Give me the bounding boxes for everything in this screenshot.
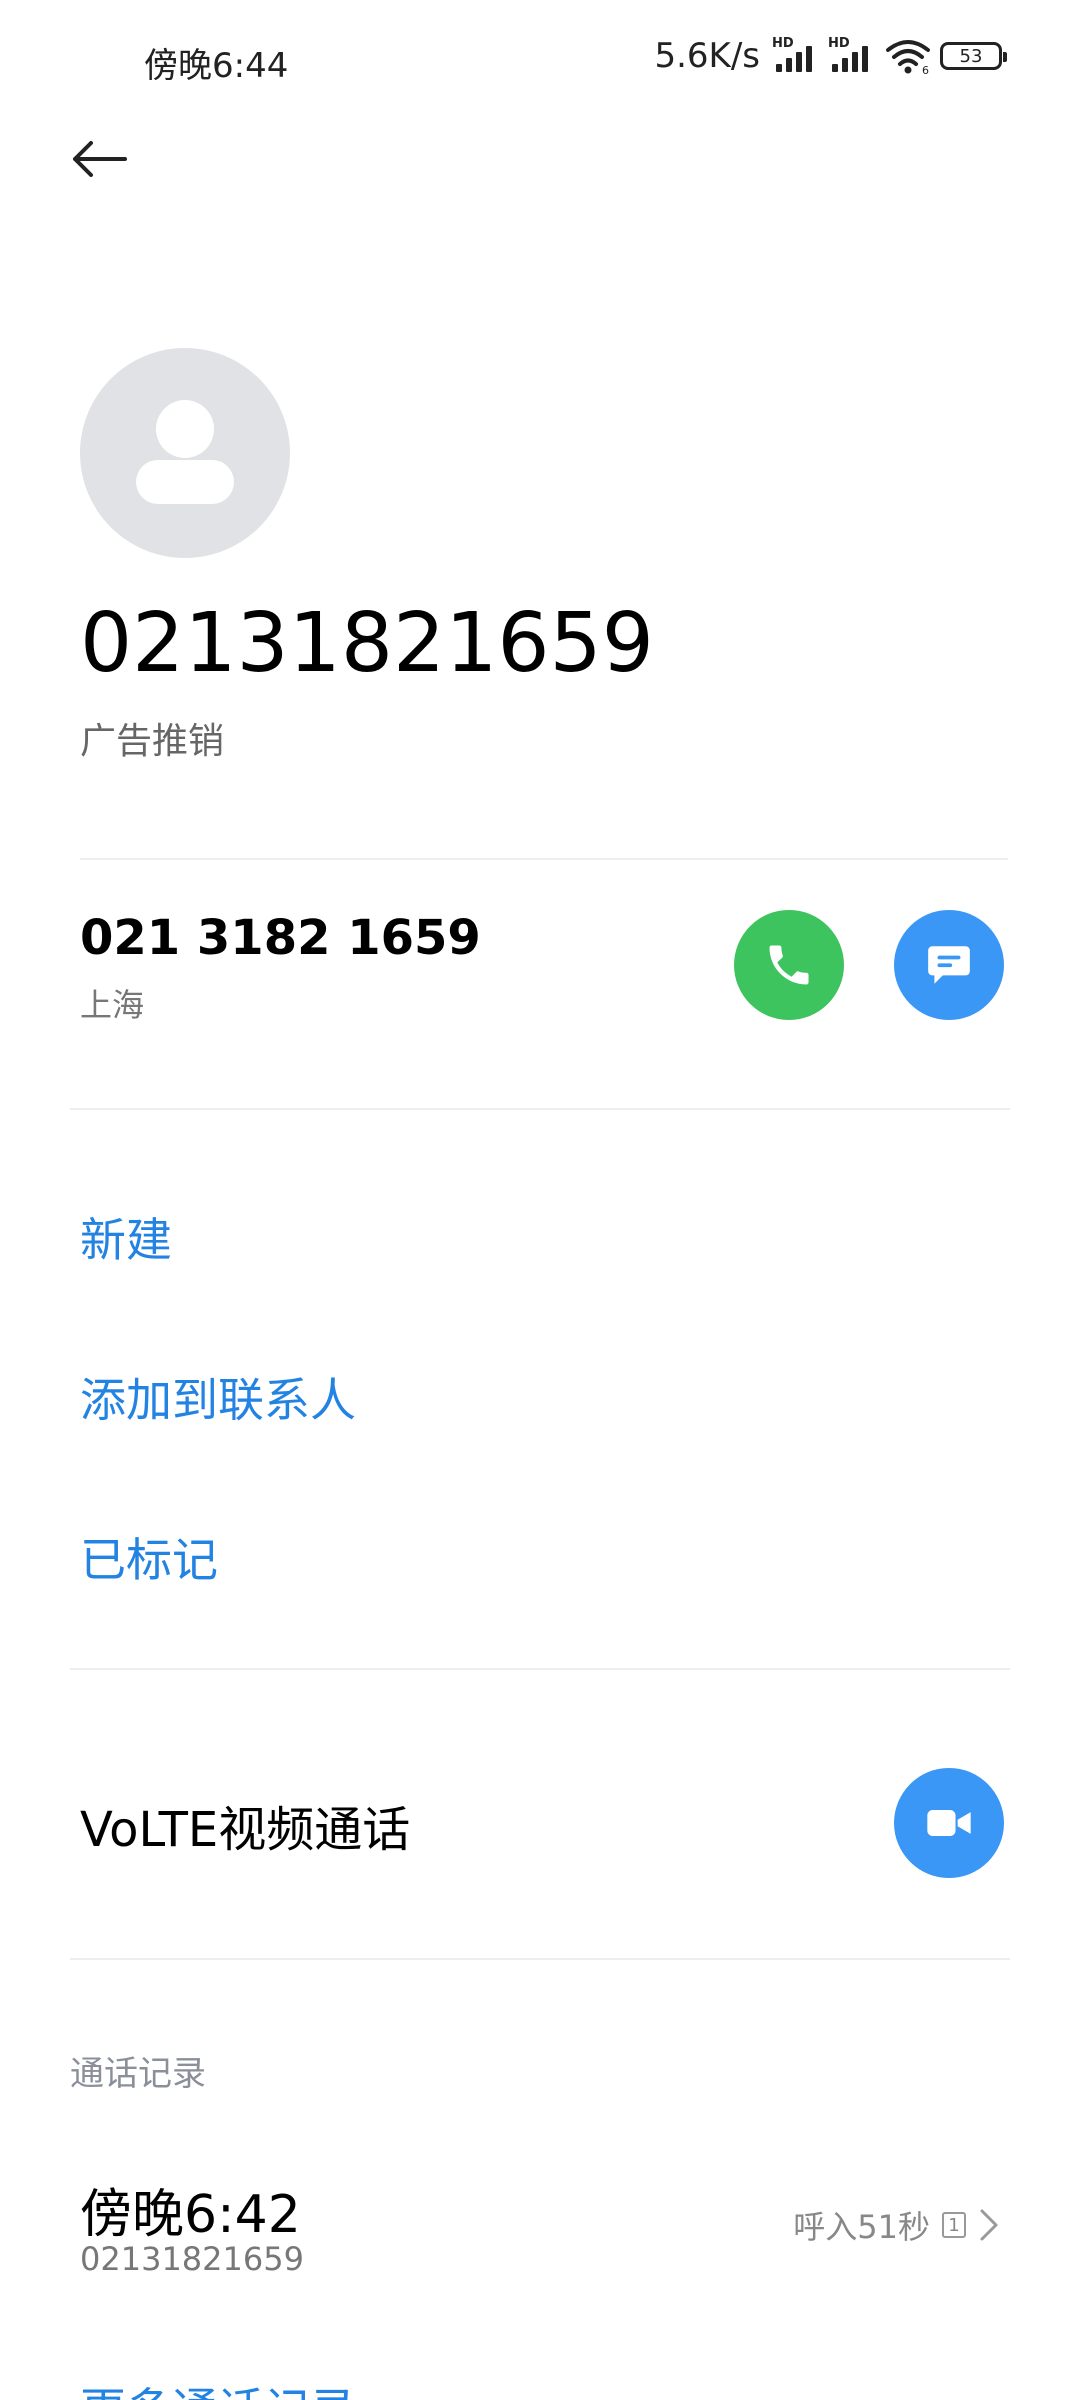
arrow-left-icon: [73, 141, 127, 177]
divider: [70, 1958, 1010, 1960]
new-contact-link[interactable]: 新建: [80, 1204, 172, 1270]
video-camera-icon: [927, 1810, 971, 1836]
battery-icon: 53: [940, 42, 1007, 70]
network-speed: 5.6K/s: [654, 36, 760, 76]
avatar: [80, 348, 290, 558]
signal-icon: HD: [772, 36, 820, 76]
phone-location: 上海: [80, 986, 145, 1024]
status-time: 傍晚6:44: [144, 46, 289, 86]
message-icon: [928, 946, 970, 984]
phone-icon: [769, 945, 809, 985]
svg-text:6: 6: [922, 64, 929, 76]
contact-number: 02131821659: [80, 596, 654, 691]
marked-link[interactable]: 已标记: [80, 1524, 218, 1590]
wifi-icon: 6: [886, 40, 930, 76]
status-indicators: 5.6K/s HD HD 6 53: [654, 36, 1007, 76]
volte-video-call-label[interactable]: VoLTE视频通话: [80, 1790, 410, 1860]
call-log-number: 02131821659: [80, 2240, 304, 2278]
more-call-log-link[interactable]: 更多通话记录: [80, 2374, 356, 2400]
divider: [70, 1668, 1010, 1670]
status-bar: 傍晚6:44 5.6K/s HD HD 6 53: [0, 0, 1080, 120]
call-log-description: 呼入51秒: [793, 2208, 930, 2246]
contact-detail-page: 傍晚6:44 5.6K/s HD HD 6 53 02131821659 广告推…: [0, 0, 1080, 2400]
phone-number[interactable]: 021 3182 1659: [80, 910, 481, 966]
person-placeholder-icon: [156, 400, 214, 458]
signal-icon: HD: [828, 36, 876, 76]
call-log-detail: 呼入51秒 1: [793, 2202, 1000, 2248]
call-log-time: 傍晚6:42: [80, 2185, 301, 2245]
contact-tag: 广告推销: [80, 721, 225, 762]
add-to-contacts-link[interactable]: 添加到联系人: [80, 1364, 356, 1430]
divider: [70, 1108, 1010, 1110]
sim-badge: 1: [942, 2212, 966, 2238]
message-button[interactable]: [894, 910, 1004, 1020]
video-call-button[interactable]: [894, 1768, 1004, 1878]
chevron-right-icon: [980, 2209, 998, 2241]
call-log-header: 通话记录: [70, 2054, 206, 2094]
back-button[interactable]: [62, 122, 136, 196]
divider: [80, 858, 1008, 860]
call-button[interactable]: [734, 910, 844, 1020]
